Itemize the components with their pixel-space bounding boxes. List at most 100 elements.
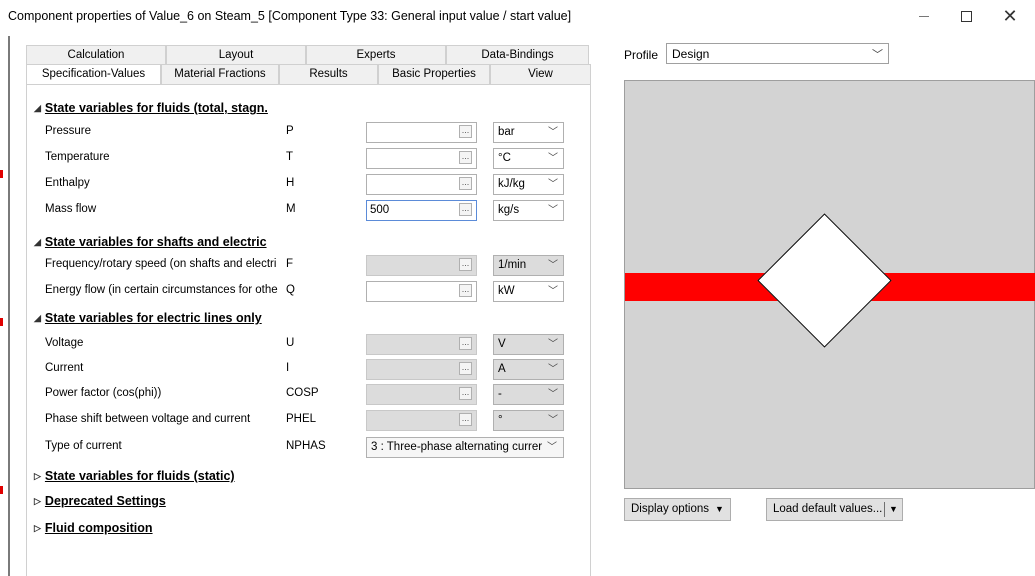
left-red-marker [0,170,3,178]
param-row-frequency: Frequency/rotary speed (on shafts and el… [37,253,567,277]
section-fluid-composition[interactable]: ▷ Fluid composition [34,521,153,535]
energyflow-unit-select[interactable]: kW ﹀ [493,281,564,302]
current-unit-select[interactable]: A ﹀ [493,359,564,380]
temperature-unit-select[interactable]: °C ﹀ [493,148,564,169]
param-symbol: M [286,203,296,215]
section-title: State variables for electric lines only [44,311,262,325]
component-preview [624,80,1035,489]
maximize-button[interactable] [946,4,986,28]
unit-value: °C [498,152,511,164]
title-bar: Component properties of Value_6 on Steam… [0,0,1035,34]
section-fluids-static[interactable]: ▷ State variables for fluids (static) [34,469,235,483]
chevron-down-icon: ﹀ [548,389,558,400]
left-edge-bar [8,36,10,576]
display-options-button[interactable]: Display options ▼ [624,498,731,521]
section-title: Fluid composition [44,521,153,535]
ellipsis-button[interactable]: ... [459,203,472,216]
phaseshift-unit-select[interactable]: ° ﹀ [493,410,564,431]
param-row-enthalpy: Enthalpy H ... kJ/kg ﹀ [37,172,567,196]
enthalpy-unit-select[interactable]: kJ/kg ﹀ [493,174,564,195]
expand-triangle-icon: ▷ [34,471,41,481]
unit-value: - [498,388,502,400]
massflow-unit-select[interactable]: kg/s ﹀ [493,200,564,221]
collapse-triangle-icon: ◢ [34,103,41,113]
param-row-energyflow: Energy flow (in certain circumstances fo… [37,279,567,303]
voltage-unit-select[interactable]: V ﹀ [493,334,564,355]
pressure-unit-select[interactable]: bar ﹀ [493,122,564,143]
param-symbol: F [286,258,294,270]
param-label: Frequency/rotary speed (on shafts and el… [45,258,277,270]
left-red-marker [0,486,3,494]
chevron-down-icon: ﹀ [872,49,883,61]
chevron-down-icon: ﹀ [548,179,558,190]
param-label: Voltage [45,337,84,349]
section-title: State variables for fluids (static) [44,469,235,483]
button-label: Display options [631,503,709,515]
param-row-massflow: Mass flow M 500 ... kg/s ﹀ [37,198,567,222]
tab-layout[interactable]: Layout [166,45,306,65]
collapse-triangle-icon: ◢ [34,313,41,323]
expand-triangle-icon: ▷ [34,496,41,506]
left-red-marker [0,318,3,326]
minimize-button[interactable] [904,4,944,28]
section-fluids-total[interactable]: ◢ State variables for fluids (total, stag… [34,101,268,115]
close-button[interactable]: ✕ [990,4,1030,28]
tab-view[interactable]: View [490,64,591,84]
section-title: State variables for fluids (total, stagn… [44,101,268,115]
combo-value: 3 : Three-phase alternating currer [371,441,543,453]
split-divider [884,502,885,517]
unit-value: kJ/kg [498,178,525,190]
powerfactor-unit-select[interactable]: - ﹀ [493,384,564,405]
chevron-down-icon: ﹀ [548,153,558,164]
ellipsis-button[interactable]: ... [459,258,472,271]
tab-basic-properties[interactable]: Basic Properties [378,64,490,84]
tab-data-bindings[interactable]: Data-Bindings [446,45,589,65]
load-default-values-button[interactable]: Load default values... ▼ [766,498,903,521]
param-symbol: T [286,151,294,163]
unit-value: A [498,363,506,375]
section-shafts[interactable]: ◢ State variables for shafts and electric [34,235,267,249]
tab-results[interactable]: Results [279,64,378,84]
param-label: Pressure [45,125,92,137]
frequency-unit-select[interactable]: 1/min ﹀ [493,255,564,276]
value-component-diamond[interactable] [757,213,892,348]
minimize-icon [919,15,929,17]
ellipsis-button[interactable]: ... [459,177,472,190]
param-row-powerfactor: Power factor (cos(phi)) COSP ... - ﹀ [37,382,567,406]
ellipsis-button[interactable]: ... [459,362,472,375]
ellipsis-button[interactable]: ... [459,413,472,426]
chevron-down-icon: ﹀ [548,364,558,375]
maximize-icon [960,10,972,22]
ellipsis-button[interactable]: ... [459,337,472,350]
param-row-pressure: Pressure P ... bar ﹀ [37,120,567,144]
param-label: Power factor (cos(phi)) [45,387,162,399]
tab-specification-values[interactable]: Specification-Values [26,64,161,85]
tab-experts[interactable]: Experts [306,45,446,65]
window-title: Component properties of Value_6 on Steam… [8,9,572,23]
profile-value: Design [672,47,710,61]
caret-down-icon[interactable]: ▼ [889,504,898,514]
ellipsis-button[interactable]: ... [459,387,472,400]
section-title: State variables for shafts and electric [44,235,267,249]
unit-value: bar [498,126,515,138]
tab-row-top: Calculation Layout Experts Data-Bindings [26,45,589,65]
unit-value: kg/s [498,204,520,216]
param-label: Temperature [45,151,110,163]
expand-triangle-icon: ▷ [34,523,41,533]
ellipsis-button[interactable]: ... [459,151,472,164]
unit-value: ° [498,414,503,426]
param-row-voltage: Voltage U ... V ﹀ [37,332,567,356]
section-deprecated[interactable]: ▷ Deprecated Settings [34,494,166,508]
section-electric[interactable]: ◢ State variables for electric lines only [34,311,262,325]
unit-value: kW [498,285,515,297]
param-row-phaseshift: Phase shift between voltage and current … [37,408,567,432]
profile-select[interactable]: Design ﹀ [666,43,889,64]
ellipsis-button[interactable]: ... [459,125,472,138]
chevron-down-icon: ﹀ [548,127,558,138]
tab-calculation[interactable]: Calculation [26,45,166,65]
type-of-current-select[interactable]: 3 : Three-phase alternating currer ﹀ [366,437,564,458]
tab-material-fractions[interactable]: Material Fractions [161,64,279,84]
profile-label: Profile [624,48,659,62]
ellipsis-button[interactable]: ... [459,284,472,297]
chevron-down-icon: ﹀ [548,286,558,297]
